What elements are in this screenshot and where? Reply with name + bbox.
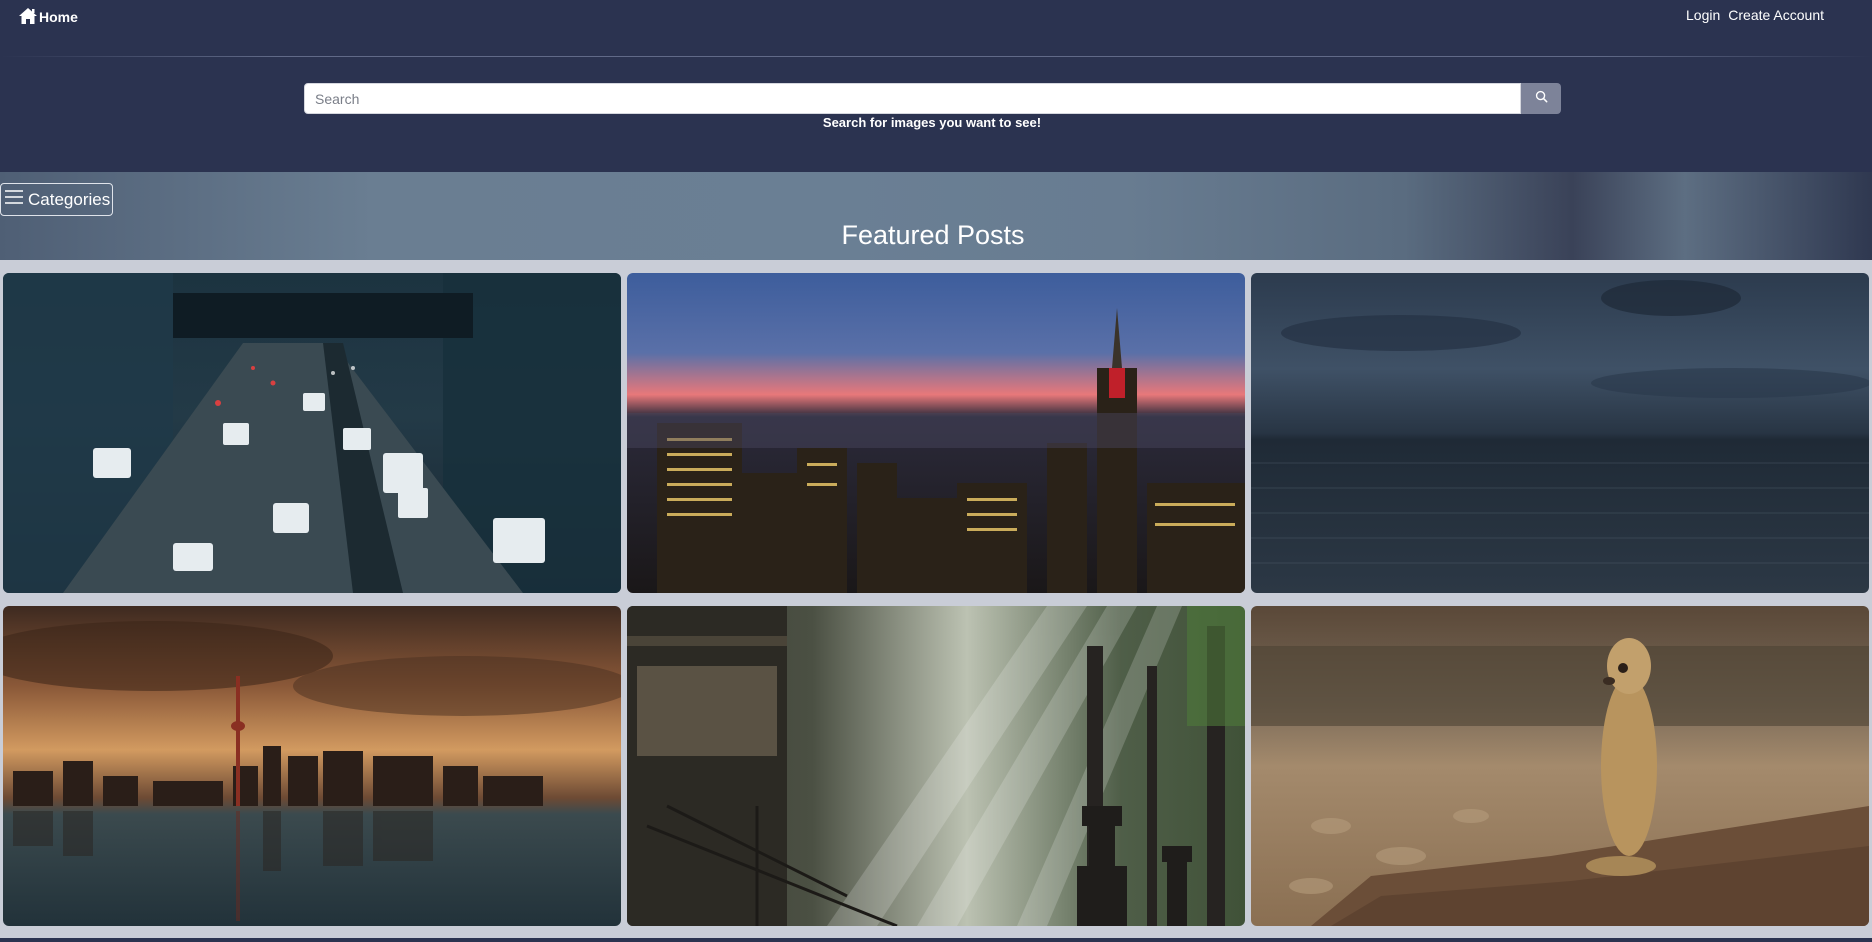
home-icon [18,7,38,28]
hamburger-menu-icon [4,188,24,211]
search-icon [1535,90,1548,108]
post-image-city-highway[interactable] [3,273,621,593]
categories-label: Categories [28,189,111,209]
categories-button[interactable]: Categories [0,183,113,216]
featured-posts-grid [3,273,1869,926]
featured-header: Categories Featured Posts [0,172,1872,260]
auth-links: Login Create Account [1686,7,1824,25]
search-bar [304,83,1561,114]
post-image-forest-temple[interactable] [627,606,1245,926]
search-button[interactable] [1521,83,1561,114]
search-input[interactable] [304,83,1521,114]
post-image-waterfront-skyline[interactable] [3,606,621,926]
post-image-meerkat[interactable] [1251,606,1869,926]
bottom-bar [0,938,1872,942]
home-link[interactable]: Home [18,7,78,27]
post-image-city-skyline-dusk[interactable] [627,273,1245,593]
featured-title: Featured Posts [841,220,1025,250]
top-header: Home Login Create Account Search for ima… [0,0,1872,172]
home-label: Home [39,9,78,25]
create-account-link[interactable]: Create Account [1728,7,1824,25]
login-link[interactable]: Login [1686,7,1720,25]
post-image-stormy-ocean[interactable] [1251,273,1869,593]
header-divider [0,56,1872,57]
search-hint: Search for images you want to see! [822,115,1042,130]
